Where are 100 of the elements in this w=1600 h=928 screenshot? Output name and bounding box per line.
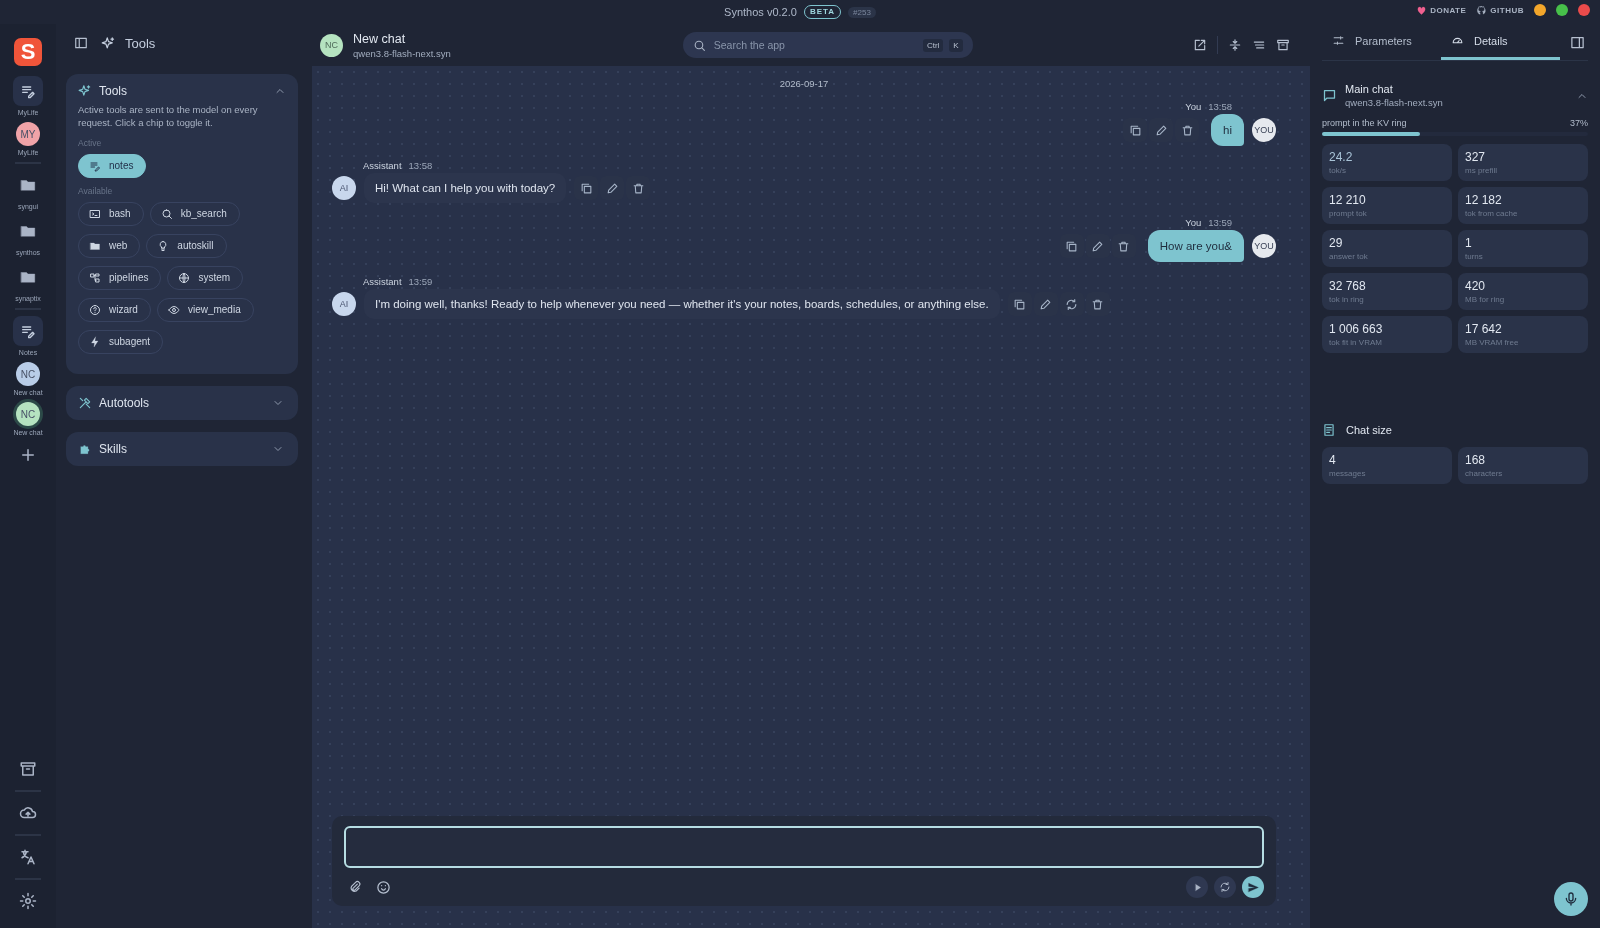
panel-title: Tools [99,84,128,98]
message-bubble: I'm doing well, thanks! Ready to help whenever you need — whether it's your notes, boards, schedules, or anything else. [364,289,1000,319]
archive-icon [1276,38,1290,52]
app-version: Synthos v0.2.0 [724,6,797,18]
close-button[interactable] [1578,4,1590,16]
search-icon [692,38,706,52]
model-name: qwen3.8-flash-next.syn [353,47,451,59]
minimize-button[interactable] [1534,4,1546,16]
notes-icon [20,323,36,339]
shortcut-key: K [949,38,963,52]
refresh-button[interactable] [1214,876,1236,898]
sliders-icon [1332,34,1345,47]
avatar-button[interactable]: NC [16,362,40,386]
stat-label: characters [1465,469,1504,478]
build-number: #253 [848,6,876,18]
microphone-icon [1563,891,1579,907]
stat-value: 1 006 663 [1329,322,1384,336]
panel-tab[interactable]: Details [1441,24,1560,60]
copy-icon [1013,297,1027,311]
author-name: Assistant [363,160,402,171]
section-title: Skills [99,441,128,456]
author-name: You [1185,217,1202,228]
search-field[interactable]: Search the app [711,38,917,52]
translate-icon [19,848,37,866]
message-avatar: AI [332,292,356,316]
stat-value: 12 182 [1465,193,1503,207]
message-bubble: hi [1211,114,1244,146]
search-bar[interactable]: Search the app Ctrl K [682,32,973,58]
sidebar-title: Tools [125,35,156,51]
message-time: 13:58 [1208,101,1232,112]
section-title: Main chat [1345,83,1394,95]
author-name: You [1185,101,1202,112]
smiley-icon [375,879,391,895]
stat-label: MB VRAM free [1465,338,1520,347]
pencil-icon [1039,297,1053,311]
chat-icon [1322,88,1337,103]
tool-chip[interactable]: notes [78,153,147,178]
section-title: Chat size [1346,424,1392,436]
message-avatar: YOU [1252,118,1276,142]
message-time: 13:59 [408,276,433,287]
sparkle-icon [101,35,116,51]
message-bubble: How are you& [1147,230,1244,262]
stat-value: 17 642 [1465,322,1503,336]
sparkle-icon [78,84,92,98]
folder-icon [89,239,101,252]
paperclip-icon [348,880,362,894]
tools-icon [78,395,92,410]
notes-button[interactable] [13,316,43,346]
trash-icon [1180,123,1194,137]
message-time: 13:59 [1208,217,1232,228]
stat-value: 1 [1465,236,1473,250]
section-title: Autotools [99,395,151,410]
trash-icon [1117,239,1131,253]
stat-value: 168 [1465,453,1487,467]
panel-description: Active tools are sent to the model on every request. Click a chip to toggle it. [78,104,259,130]
chat-avatar: NC [320,33,343,57]
sidebar-icon [74,36,88,50]
message-time: 13:58 [408,160,433,171]
collapsible-section[interactable]: Autotools [66,385,298,420]
message-avatar: YOU [1252,234,1276,258]
message-bubble: Hi! What can I help you with today? [364,173,567,203]
play-button[interactable] [1186,876,1208,898]
collapsible-section[interactable]: Skills [66,431,298,466]
notes-button[interactable] [13,76,43,106]
author-name: Assistant [363,276,402,287]
donate-link[interactable]: DONATE [1416,4,1467,16]
avatar-button[interactable]: NC [16,402,40,426]
stat-value: 32 768 [1329,279,1367,293]
heart-icon [1416,4,1428,16]
message-input[interactable] [344,826,1264,868]
stat-value: 12 210 [1329,193,1367,207]
ring-percent: 37% [1570,118,1588,128]
stat-value: 327 [1465,150,1487,164]
help-icon [89,303,101,316]
stat-label: messages [1329,469,1367,478]
github-icon [1476,4,1488,16]
avatar-button[interactable]: MY [16,122,40,146]
panel-tab[interactable]: Parameters [1322,24,1441,60]
add-button[interactable] [19,446,37,464]
stat-value: 4 [1329,453,1337,467]
globe-icon [178,271,191,284]
group-label: Available [78,185,114,196]
maximize-button[interactable] [1556,4,1568,16]
compress-icon [1228,38,1242,52]
date-label: 2026-09-17 [778,78,830,89]
send-button[interactable] [1242,876,1264,898]
github-link[interactable]: GITHUB [1476,4,1524,16]
pencil-icon [605,181,619,195]
refresh-icon [1219,881,1231,893]
pencil-icon [1154,123,1168,137]
chat-title: New chat [353,31,407,46]
stat-value: 420 [1465,279,1487,293]
message-avatar: AI [332,176,356,200]
send-icon [1246,880,1260,894]
notes-icon [89,159,101,172]
copy-icon [1128,123,1142,137]
document-icon [1322,423,1336,437]
pencil-icon [1091,239,1105,253]
stat-value: 24.2 [1329,150,1354,164]
settings-icon [19,892,37,910]
